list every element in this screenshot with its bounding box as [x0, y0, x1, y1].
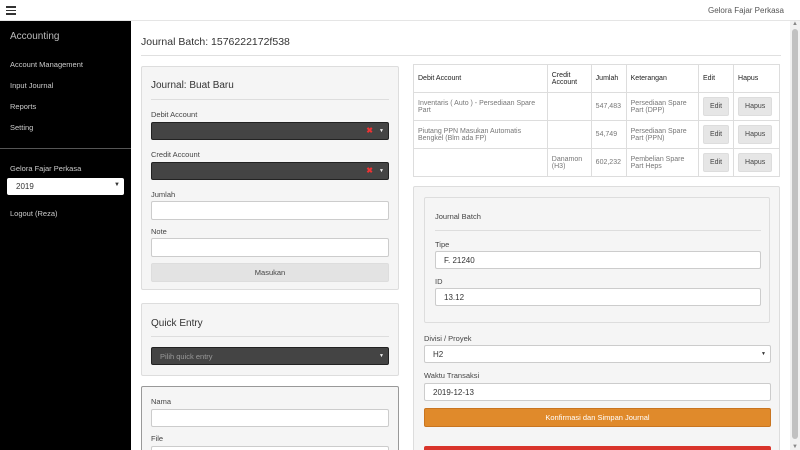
keterangan-cell: Pembelian Spare Part Heps: [625, 148, 699, 177]
jumlah-label: Jumlah: [151, 190, 176, 199]
jumlah-cell: 602,232: [590, 148, 627, 177]
journal-batch-inner: Journal Batch Tipe F. 21240 ID 13.12: [424, 197, 770, 323]
column-header: Credit Account: [546, 64, 592, 93]
panel-divider: [435, 230, 761, 231]
journal-batch-panel: Journal Batch Tipe F. 21240 ID 13.12 Div…: [413, 186, 780, 450]
table-header-row: Debit Account Credit Account Jumlah Kete…: [413, 64, 780, 93]
debit-account-select[interactable]: ✖ ▼: [151, 122, 389, 140]
hamburger-icon[interactable]: [6, 6, 16, 15]
column-header: Jumlah: [590, 64, 627, 93]
sidebar-item-reports[interactable]: Reports: [10, 102, 36, 111]
credit-cell: Danamon (H3): [546, 148, 592, 177]
hapus-button[interactable]: Hapus: [738, 97, 773, 116]
jumlah-input[interactable]: [151, 201, 389, 220]
scrollbar-thumb[interactable]: [792, 29, 798, 439]
hapus-cell: Hapus: [733, 120, 780, 149]
quick-entry-title: Quick Entry: [151, 318, 203, 329]
panel-divider: [151, 99, 389, 100]
file-input[interactable]: [151, 446, 389, 450]
jumlah-cell: 54,749: [590, 120, 627, 149]
nama-input[interactable]: [151, 409, 389, 427]
waktu-input[interactable]: 2019-12-13: [424, 383, 771, 401]
column-header: Edit: [697, 64, 735, 93]
credit-account-select[interactable]: ✖ ▼: [151, 162, 389, 180]
note-input[interactable]: [151, 238, 389, 257]
edit-cell: Edit: [697, 120, 735, 149]
edit-button[interactable]: Edit: [702, 153, 730, 172]
sidebar-item-setting[interactable]: Setting: [10, 123, 33, 132]
journal-form-panel: Journal: Buat Baru Debit Account ✖ ▼ Cre…: [141, 66, 399, 290]
clear-icon[interactable]: ✖: [366, 166, 373, 175]
chevron-down-icon: ▼: [379, 168, 384, 174]
divisi-select[interactable]: H2 ▼: [424, 345, 771, 363]
chevron-down-icon: ▼: [379, 353, 384, 359]
jumlah-cell: 547,483: [590, 92, 627, 121]
table-row: Piutang PPN Masukan Automatis Bengkel (B…: [413, 120, 780, 149]
edit-button[interactable]: Edit: [702, 97, 730, 116]
debit-cell: Inventaris ( Auto ) - Persediaan Spare P…: [413, 92, 548, 121]
scroll-down-icon[interactable]: ▼: [792, 444, 798, 450]
journal-form-title: Journal: Buat Baru: [151, 80, 234, 91]
title-divider: [141, 55, 781, 56]
page-scrollbar[interactable]: ▲ ▼: [790, 21, 800, 450]
file-form-panel: Nama File: [141, 386, 399, 450]
sidebar-company-name: Gelora Fajar Perkasa: [10, 164, 82, 173]
journal-entries-table: Debit Account Credit Account Jumlah Kete…: [413, 64, 780, 177]
table-row: Danamon (H3) 602,232 Pembelian Spare Par…: [413, 148, 780, 177]
year-select[interactable]: 2019 ▼: [7, 178, 124, 195]
app-brand[interactable]: Accounting: [10, 31, 59, 42]
column-header: Debit Account: [413, 64, 548, 93]
credit-cell: [546, 92, 592, 121]
tipe-label: Tipe: [435, 240, 450, 249]
confirm-save-button[interactable]: Konfirmasi dan Simpan Journal: [424, 408, 771, 427]
quick-entry-placeholder: Pilih quick entry: [160, 352, 213, 361]
tipe-input[interactable]: F. 21240: [435, 251, 761, 269]
hapus-button[interactable]: Hapus: [738, 125, 773, 144]
edit-button[interactable]: Edit: [702, 125, 730, 144]
hapus-button[interactable]: Hapus: [738, 153, 773, 172]
waktu-label: Waktu Transaksi: [424, 371, 480, 380]
table-row: Inventaris ( Auto ) - Persediaan Spare P…: [413, 92, 780, 121]
journal-batch-title: Journal Batch: [435, 212, 481, 221]
credit-account-label: Credit Account: [151, 150, 200, 159]
danger-button[interactable]: [424, 446, 771, 450]
sidebar-item-account-management[interactable]: Account Management: [10, 60, 83, 69]
keterangan-cell: Persediaan Spare Part (PPN): [625, 120, 699, 149]
quick-entry-select[interactable]: Pilih quick entry ▼: [151, 347, 389, 365]
credit-cell: [546, 120, 592, 149]
hapus-cell: Hapus: [733, 148, 780, 177]
divisi-label: Divisi / Proyek: [424, 334, 472, 343]
header-company-name: Gelora Fajar Perkasa: [707, 6, 784, 15]
file-label: File: [151, 434, 164, 443]
panel-divider: [151, 336, 389, 337]
debit-account-label: Debit Account: [151, 110, 198, 119]
id-input[interactable]: 13.12: [435, 288, 761, 306]
page-title: Journal Batch: 1576222172f538: [141, 36, 290, 48]
edit-cell: Edit: [697, 148, 735, 177]
year-value: 2019: [16, 182, 34, 191]
keterangan-cell: Persediaan Spare Part (DPP): [625, 92, 699, 121]
debit-cell: [413, 148, 548, 177]
clear-icon[interactable]: ✖: [366, 126, 373, 135]
debit-cell: Piutang PPN Masukan Automatis Bengkel (B…: [413, 120, 548, 149]
column-header: Hapus: [733, 64, 780, 93]
nama-label: Nama: [151, 397, 172, 406]
chevron-down-icon: ▼: [114, 182, 120, 188]
sidebar-divider: [0, 148, 131, 149]
sidebar: Accounting Account Management Input Jour…: [0, 21, 131, 450]
id-label: ID: [435, 277, 443, 286]
column-header: Keterangan: [625, 64, 699, 93]
edit-cell: Edit: [697, 92, 735, 121]
scroll-up-icon[interactable]: ▲: [792, 21, 798, 27]
logout-link[interactable]: Logout (Reza): [10, 209, 58, 218]
top-bar: Gelora Fajar Perkasa: [0, 0, 800, 21]
sidebar-item-input-journal[interactable]: Input Journal: [10, 81, 53, 90]
masukan-button[interactable]: Masukan: [151, 263, 389, 282]
note-label: Note: [151, 227, 167, 236]
quick-entry-panel: Quick Entry Pilih quick entry ▼: [141, 303, 399, 376]
divisi-value: H2: [433, 350, 444, 359]
hapus-cell: Hapus: [733, 92, 780, 121]
chevron-down-icon: ▼: [379, 128, 384, 134]
chevron-down-icon: ▼: [761, 351, 766, 357]
